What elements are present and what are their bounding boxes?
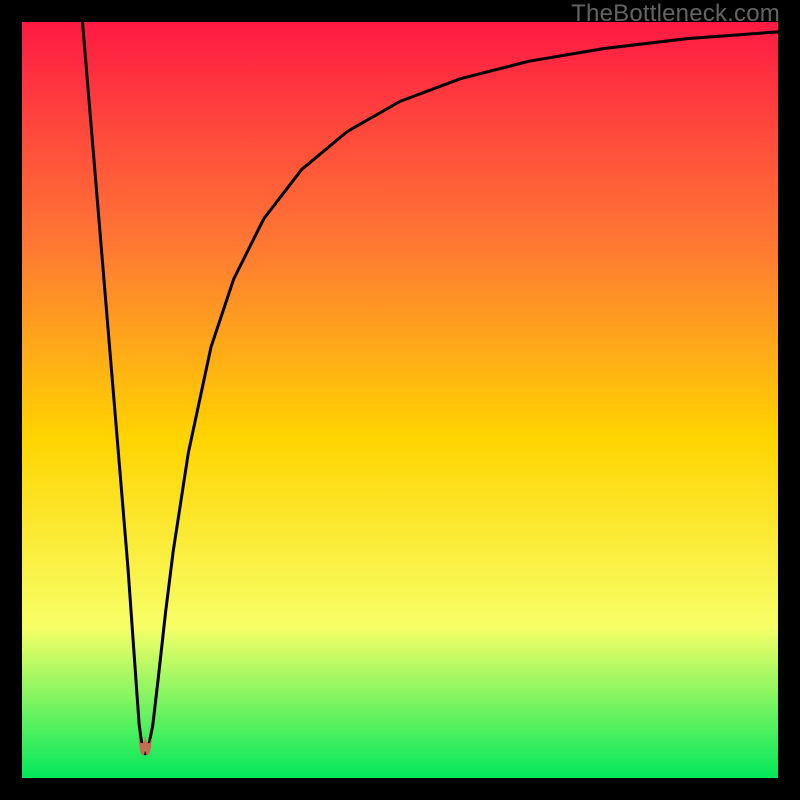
plot-area: [22, 22, 778, 778]
bottleneck-chart: [22, 22, 778, 778]
watermark-text: TheBottleneck.com: [571, 0, 780, 28]
chart-container: TheBottleneck.com: [0, 0, 800, 800]
